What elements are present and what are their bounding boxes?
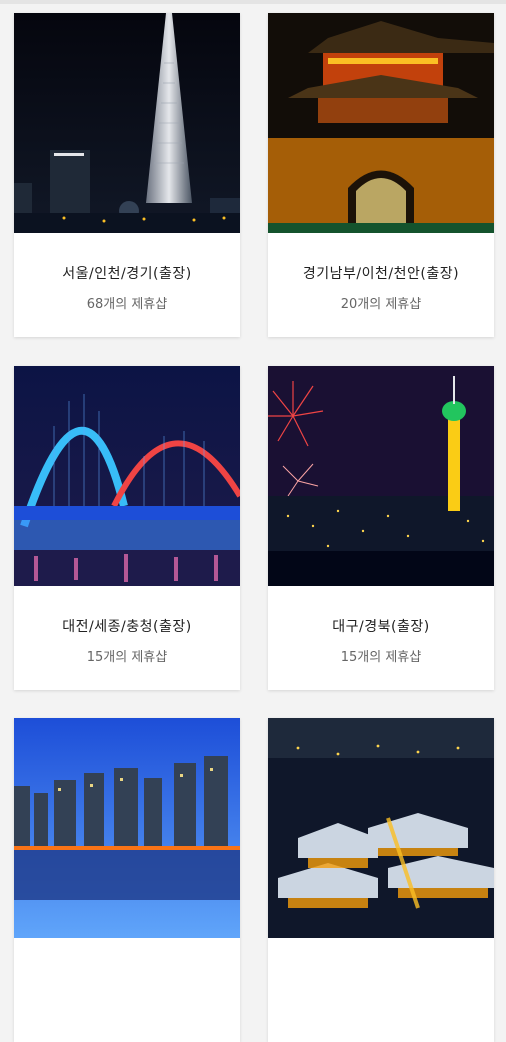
region-name: 경기남부/이천/천안(출장) [302,266,460,282]
region-photo-daejeon [14,366,240,586]
partner-count: 15개의 제휴샵 [340,650,422,665]
region-photo-seoul [14,13,240,233]
region-card-5[interactable] [14,718,240,1042]
region-card-daejeon[interactable]: 대전/세종/충청(출장) 15개의 제휴샵 [14,366,240,690]
region-photo-daegu [268,366,494,586]
region-card-gyeonggi-south[interactable]: 경기남부/이천/천안(출장) 20개의 제휴샵 [268,13,494,337]
region-name: 대전/세종/충청(출장) [62,619,192,635]
region-name [14,938,240,968]
region-photo-jeonju [268,718,494,938]
region-name [268,938,494,968]
partner-count: 20개의 제휴샵 [340,297,422,312]
region-name: 서울/인천/경기(출장) [62,266,192,282]
top-divider [0,0,506,4]
partner-count: 68개의 제휴샵 [86,297,168,312]
region-card-seoul[interactable]: 서울/인천/경기(출장) 68개의 제휴샵 [14,13,240,337]
region-card-6[interactable] [268,718,494,1042]
partner-count: 15개의 제휴샵 [86,650,168,665]
region-photo-busan [14,718,240,938]
region-card-daegu[interactable]: 대구/경북(출장) 15개의 제휴샵 [268,366,494,690]
region-name: 대구/경북(출장) [332,619,430,635]
region-photo-gyeonggi-south [268,13,494,233]
